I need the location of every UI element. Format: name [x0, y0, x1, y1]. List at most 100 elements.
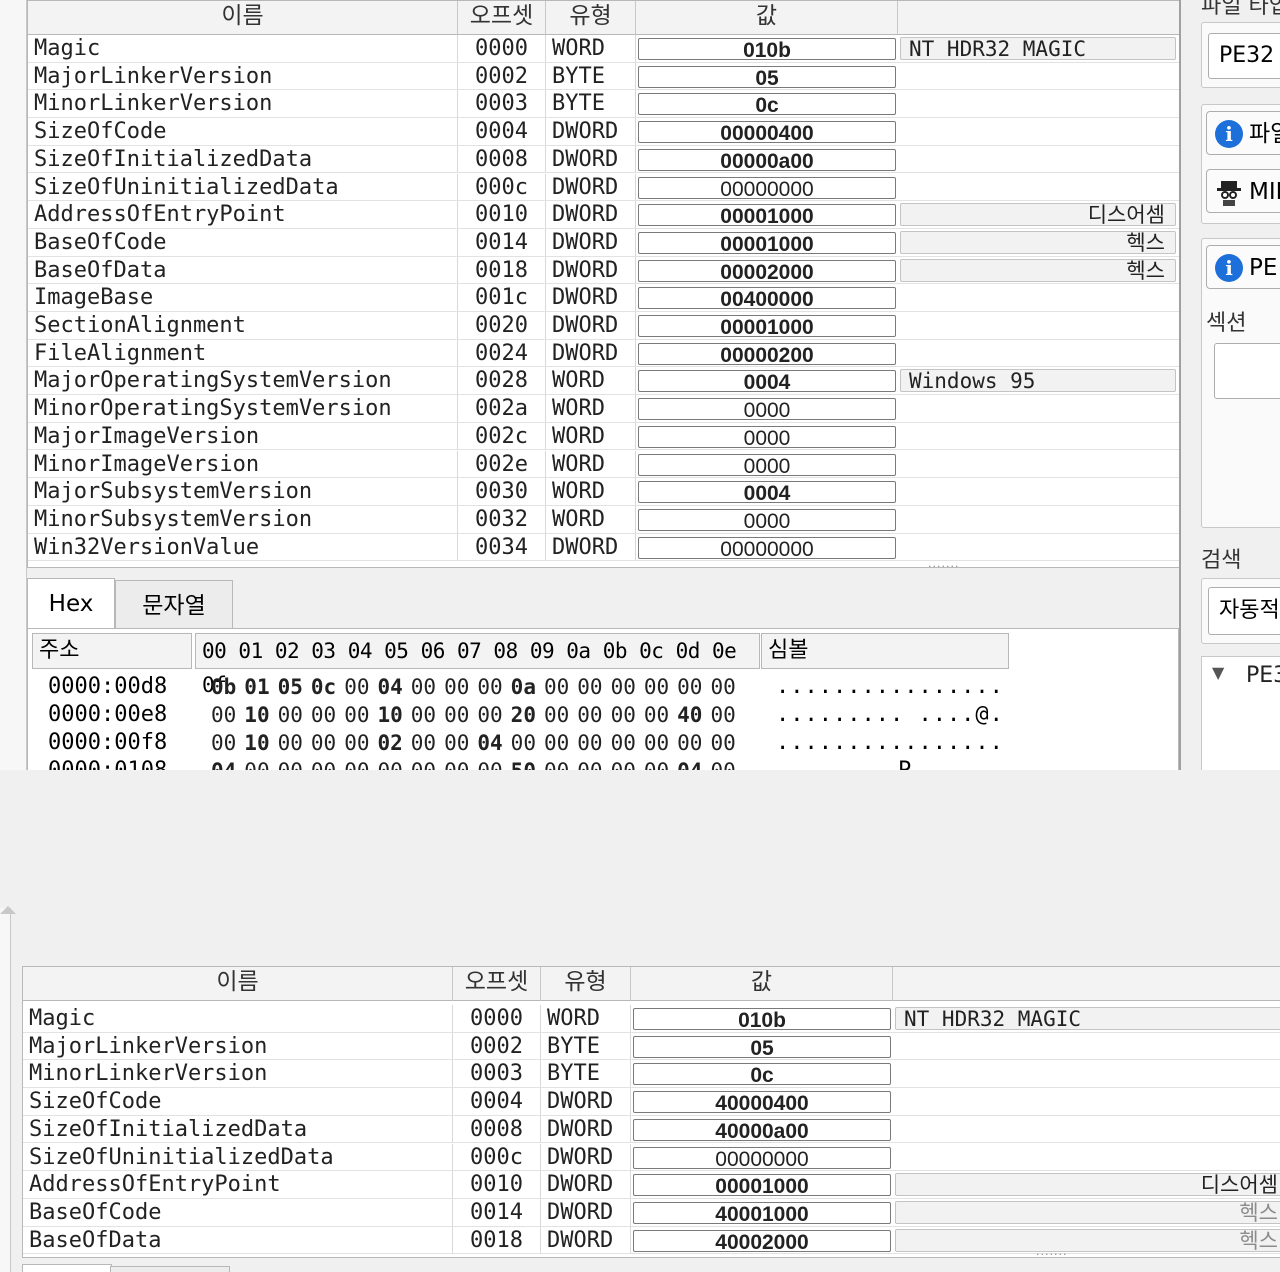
hex-byte[interactable]: 20: [511, 701, 544, 729]
hex-byte[interactable]: 10: [377, 701, 410, 729]
hex-byte[interactable]: 00: [544, 757, 577, 770]
hex-byte[interactable]: 00: [244, 757, 277, 770]
hex-byte[interactable]: 00: [411, 673, 444, 701]
field-value-input[interactable]: 00000000: [638, 536, 896, 560]
field-action-button[interactable]: 헥스: [895, 1228, 1280, 1252]
tab-hex[interactable]: Hex: [27, 578, 115, 628]
hex-byte[interactable]: 00: [577, 757, 610, 770]
table-row[interactable]: Win32VersionValue 0034 DWORD 00000000: [28, 533, 1180, 562]
file-type-select[interactable]: PE32: [1208, 33, 1280, 79]
table-row[interactable]: FileAlignment 0024 DWORD 00000200: [28, 339, 1180, 368]
table-row[interactable]: SizeOfUninitializedData 000c DWORD 00000000: [28, 173, 1180, 202]
column-header-type[interactable]: 유형: [541, 967, 631, 1001]
hex-header-bytes[interactable]: 00 01 02 03 04 05 06 07 08 09 0a 0b 0c 0…: [195, 633, 760, 697]
field-action-button[interactable]: 디스어셈: [900, 203, 1176, 227]
hex-header-symbol[interactable]: 심볼: [761, 633, 1009, 669]
field-value-input[interactable]: 00400000: [638, 287, 896, 311]
field-value-input[interactable]: 05: [633, 1035, 891, 1059]
field-value-input[interactable]: 00000a00: [638, 148, 896, 172]
hex-byte[interactable]: 00: [477, 673, 510, 701]
table-row[interactable]: AddressOfEntryPoint 0010 DWORD 00001000 디스어셈: [28, 201, 1180, 229]
hex-byte[interactable]: 00: [344, 729, 377, 757]
table-row[interactable]: ImageBase 001c DWORD 00400000: [28, 284, 1180, 312]
hex-byte[interactable]: 05: [278, 673, 311, 701]
field-value-input[interactable]: 40002000: [633, 1229, 891, 1253]
field-value-input[interactable]: 0004: [638, 370, 896, 394]
hex-byte[interactable]: 04: [477, 729, 510, 757]
field-value-input[interactable]: 0c: [633, 1063, 891, 1087]
table-row[interactable]: MinorLinkerVersion 0003 BYTE 0c: [23, 1060, 1280, 1089]
hex-byte[interactable]: 0c: [311, 673, 344, 701]
hex-byte[interactable]: 00: [644, 673, 677, 701]
hex-byte[interactable]: 00: [444, 757, 477, 770]
field-value-input[interactable]: 05: [638, 65, 896, 89]
table-row[interactable]: SizeOfCode 0004 DWORD 00000400: [28, 118, 1180, 146]
hex-byte[interactable]: 00: [577, 729, 610, 757]
field-action-button[interactable]: 헥스: [900, 230, 1176, 254]
field-value-input[interactable]: 0000: [638, 398, 896, 422]
table-row[interactable]: MinorSubsystemVersion 0032 WORD 0000: [28, 505, 1180, 534]
table-row[interactable]: BaseOfData 0018 DWORD 00002000 헥스: [28, 256, 1180, 285]
hex-byte[interactable]: 00: [477, 757, 510, 770]
table-row[interactable]: MajorSubsystemVersion 0030 WORD 0004: [28, 478, 1180, 506]
hex-byte[interactable]: 00: [677, 673, 710, 701]
table-row[interactable]: MajorLinkerVersion 0002 BYTE 05: [28, 62, 1180, 91]
column-header-name[interactable]: 이름: [23, 967, 453, 1001]
hex-byte[interactable]: 00: [644, 729, 677, 757]
field-value-input[interactable]: 40000a00: [633, 1118, 891, 1142]
tab-strings[interactable]: 문자열: [115, 580, 233, 628]
table-row[interactable]: BaseOfData 0018 DWORD 40002000 헥스: [23, 1226, 1280, 1255]
hex-byte[interactable]: 00: [710, 673, 743, 701]
hex-byte[interactable]: 00: [611, 757, 644, 770]
hex-byte[interactable]: 00: [411, 757, 444, 770]
table-row[interactable]: BaseOfCode 0014 DWORD 00001000 헥스: [28, 228, 1180, 257]
tree-expand-icon[interactable]: ▼: [1212, 663, 1224, 682]
hex-byte[interactable]: 00: [477, 701, 510, 729]
hex-byte[interactable]: 00: [544, 673, 577, 701]
section-select[interactable]: (: [1214, 343, 1280, 399]
splitter-grip[interactable]: ·······: [1036, 1248, 1067, 1261]
column-header-value[interactable]: 값: [636, 1, 898, 35]
hex-byte[interactable]: 00: [278, 729, 311, 757]
field-action-button[interactable]: 디스어셈: [895, 1173, 1280, 1197]
tab-hex-partial[interactable]: [22, 1264, 112, 1272]
hex-byte[interactable]: 10: [244, 729, 277, 757]
hex-byte[interactable]: 00: [344, 701, 377, 729]
hex-byte[interactable]: 0b: [211, 673, 244, 701]
hex-byte[interactable]: 00: [211, 729, 244, 757]
column-header-offset[interactable]: 오프셋: [453, 967, 541, 1001]
hex-byte[interactable]: 00: [444, 729, 477, 757]
mime-button[interactable]: MIME: [1206, 169, 1280, 213]
field-value-input[interactable]: 40000400: [633, 1091, 891, 1115]
hex-byte[interactable]: 00: [577, 701, 610, 729]
hex-byte[interactable]: 00: [644, 757, 677, 770]
hex-byte[interactable]: 00: [611, 673, 644, 701]
table-row[interactable]: MajorOperatingSystemVersion 0028 WORD 0004 W…: [28, 367, 1180, 396]
scroll-arrow-icon[interactable]: [0, 906, 16, 914]
hex-byte[interactable]: 00: [677, 729, 710, 757]
field-value-input[interactable]: 40001000: [633, 1201, 891, 1226]
field-value-input[interactable]: 0000: [638, 508, 896, 533]
table-row[interactable]: MinorLinkerVersion 0003 BYTE 0c: [28, 90, 1180, 119]
hex-byte[interactable]: 00: [644, 701, 677, 729]
tab-strings-partial[interactable]: [110, 1266, 230, 1272]
field-value-input[interactable]: 010b: [638, 38, 896, 62]
hex-byte[interactable]: 00: [710, 757, 743, 770]
field-value-input[interactable]: 00001000: [638, 204, 896, 228]
hex-byte[interactable]: 01: [244, 673, 277, 701]
hex-byte[interactable]: 04: [377, 673, 410, 701]
table-row[interactable]: Magic 0000 WORD 010b NT HDR32 MAGIC: [23, 1005, 1280, 1033]
field-value-input[interactable]: 010b: [633, 1008, 891, 1032]
hex-byte[interactable]: 00: [211, 701, 244, 729]
table-row[interactable]: MajorLinkerVersion 0002 BYTE 05: [23, 1032, 1280, 1061]
hex-byte[interactable]: 50: [511, 757, 544, 770]
hex-byte[interactable]: 00: [278, 701, 311, 729]
hex-byte[interactable]: 00: [611, 701, 644, 729]
table-row[interactable]: MajorImageVersion 002c WORD 0000: [28, 422, 1180, 451]
field-value-input[interactable]: 0000: [638, 425, 896, 449]
hex-byte[interactable]: 0a: [511, 673, 544, 701]
field-value-input[interactable]: 00002000: [638, 259, 896, 283]
hex-byte[interactable]: 00: [344, 757, 377, 770]
table-row[interactable]: SizeOfCode 0004 DWORD 40000400: [23, 1088, 1280, 1116]
hex-byte[interactable]: 00: [411, 701, 444, 729]
